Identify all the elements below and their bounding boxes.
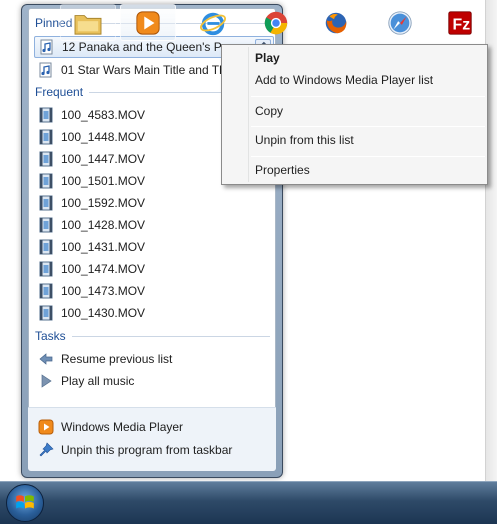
frequent-header-label: Frequent <box>35 85 84 99</box>
filezilla-icon: Fz <box>448 10 472 35</box>
tasks-header-label: Tasks <box>35 329 66 343</box>
frequent-item-label: 100_1448.MOV <box>61 130 146 144</box>
tasks-section-header: Tasks <box>35 328 270 344</box>
context-separator <box>251 156 485 157</box>
context-item-label: Properties <box>255 163 310 177</box>
pinned-item-label: 12 Panaka and the Queen's Pro <box>62 40 233 54</box>
context-unpin-from-list[interactable]: Unpin from this list <box>255 129 483 151</box>
video-file-icon <box>39 195 53 211</box>
frequent-item[interactable]: 100_1430.MOV <box>34 302 274 324</box>
context-item-label: Unpin from this list <box>255 133 354 147</box>
context-separator <box>251 96 485 97</box>
frequent-item-label: 100_1592.MOV <box>61 196 146 210</box>
task-resume-previous-list[interactable]: Resume previous list <box>34 348 274 370</box>
explorer-taskbar-button[interactable] <box>60 4 116 41</box>
frequent-item-label: 100_1431.MOV <box>61 240 146 254</box>
video-file-icon <box>39 305 53 321</box>
start-button[interactable] <box>6 484 44 522</box>
context-play[interactable]: Play <box>255 47 483 69</box>
context-item-label: Copy <box>255 104 284 118</box>
section-divider <box>71 335 270 337</box>
firefox-icon <box>325 12 347 33</box>
filezilla-taskbar-button[interactable]: Fz <box>432 4 488 41</box>
back-arrow-icon <box>39 353 53 365</box>
chrome-icon <box>264 11 288 34</box>
video-file-icon <box>39 129 53 145</box>
frequent-item[interactable]: 100_1428.MOV <box>34 214 274 236</box>
unpin-icon <box>39 442 54 457</box>
frequent-item-label: 100_4583.MOV <box>61 108 146 122</box>
unpin-program-from-taskbar[interactable]: Unpin this program from taskbar <box>34 439 274 461</box>
pinned-item-label: 01 Star Wars Main Title and Th <box>61 63 226 77</box>
task-play-all-music[interactable]: Play all music <box>34 370 274 392</box>
media-player-icon <box>136 10 160 35</box>
context-separator <box>251 126 485 127</box>
chrome-taskbar-button[interactable] <box>248 4 304 41</box>
open-windows-media-player[interactable]: Windows Media Player <box>34 416 274 438</box>
video-file-icon <box>39 261 53 277</box>
frequent-item[interactable]: 100_1474.MOV <box>34 258 274 280</box>
music-file-icon <box>39 62 52 78</box>
frequent-item-label: 100_1501.MOV <box>61 174 146 188</box>
context-item-label: Add to Windows Media Player list <box>255 73 434 87</box>
video-file-icon <box>39 151 53 167</box>
frequent-item-label: 100_1430.MOV <box>61 306 146 320</box>
video-file-icon <box>39 217 53 233</box>
video-file-icon <box>39 107 53 123</box>
context-copy[interactable]: Copy <box>255 100 483 122</box>
internet-explorer-taskbar-button[interactable] <box>185 4 241 41</box>
frequent-item-label: 100_1428.MOV <box>61 218 146 232</box>
frequent-item-label: 100_1474.MOV <box>61 262 146 276</box>
safari-taskbar-button[interactable] <box>372 4 428 41</box>
footer-label: Unpin this program from taskbar <box>61 443 233 457</box>
music-file-icon <box>40 39 53 55</box>
context-add-to-wmp-list[interactable]: Add to Windows Media Player list <box>255 69 483 91</box>
frequent-item-label: 100_1447.MOV <box>61 152 146 166</box>
video-file-icon <box>39 283 53 299</box>
context-menu: Play Add to Windows Media Player list Co… <box>221 44 488 185</box>
firefox-taskbar-button[interactable] <box>308 4 364 41</box>
context-item-label: Play <box>255 51 280 65</box>
video-file-icon <box>39 173 53 189</box>
media-player-taskbar-button[interactable] <box>120 4 176 41</box>
windows-logo-icon <box>16 495 34 509</box>
footer-label: Windows Media Player <box>61 420 184 434</box>
safari-icon <box>388 10 412 35</box>
context-menu-gutter <box>248 47 249 182</box>
svg-text:Fz: Fz <box>453 16 471 33</box>
internet-explorer-icon <box>199 12 227 35</box>
task-label: Resume previous list <box>61 352 173 366</box>
frequent-item[interactable]: 100_1592.MOV <box>34 192 274 214</box>
task-label: Play all music <box>61 374 135 388</box>
context-properties[interactable]: Properties <box>255 159 483 181</box>
frequent-item[interactable]: 100_1473.MOV <box>34 280 274 302</box>
video-file-icon <box>39 239 53 255</box>
frequent-item[interactable]: 100_1431.MOV <box>34 236 274 258</box>
play-icon <box>41 374 52 388</box>
frequent-item-label: 100_1473.MOV <box>61 284 146 298</box>
media-player-icon <box>38 419 54 435</box>
taskbar <box>0 481 497 524</box>
folder-icon <box>74 14 102 35</box>
